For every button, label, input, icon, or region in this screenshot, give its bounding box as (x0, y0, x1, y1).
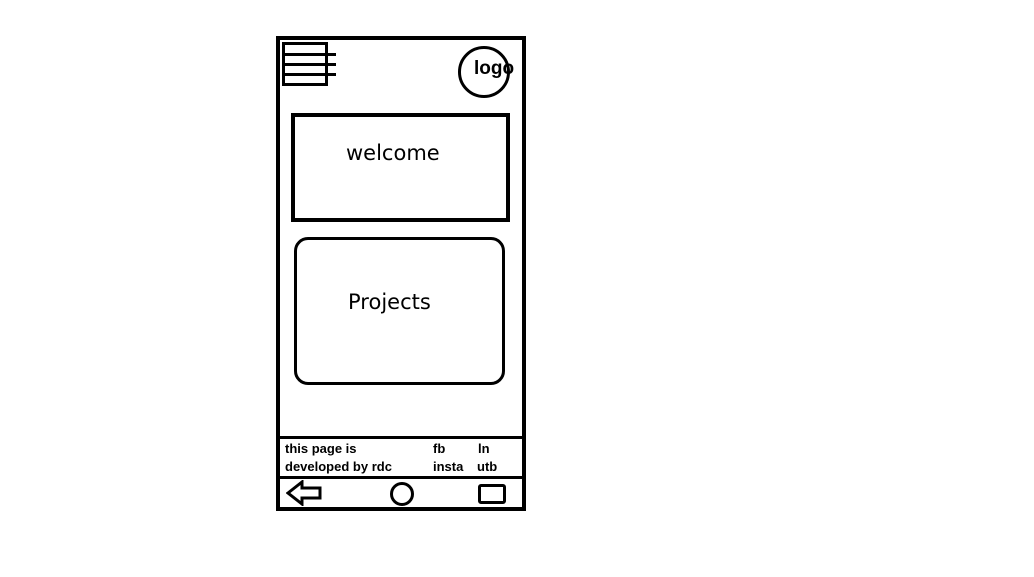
welcome-section: welcome (291, 113, 510, 222)
logo-label: logo (474, 58, 515, 79)
footer-credit-line2: developed by rdc (285, 459, 392, 474)
footer-link-fb[interactable]: fb (433, 441, 445, 456)
phone-frame: logo welcome Projects this page is devel… (276, 36, 526, 511)
hamburger-menu-icon (282, 63, 336, 66)
hamburger-menu-icon (282, 53, 336, 56)
hamburger-menu-icon (282, 73, 336, 76)
projects-button[interactable]: Projects (294, 237, 505, 385)
home-circle-icon[interactable] (390, 482, 414, 506)
hamburger-menu-button[interactable] (282, 42, 336, 86)
projects-label: Projects (348, 290, 431, 314)
back-arrow-icon[interactable] (286, 480, 324, 506)
system-nav-bar (280, 478, 522, 507)
logo[interactable]: logo (458, 46, 514, 98)
footer-link-utb[interactable]: utb (477, 459, 497, 474)
welcome-label: welcome (346, 141, 440, 165)
footer-link-insta[interactable]: insta (433, 459, 463, 474)
footer: this page is developed by rdc fb insta l… (280, 436, 522, 479)
footer-link-ln[interactable]: ln (478, 441, 490, 456)
footer-credit-line1: this page is (285, 441, 357, 456)
recent-apps-icon[interactable] (478, 484, 506, 504)
